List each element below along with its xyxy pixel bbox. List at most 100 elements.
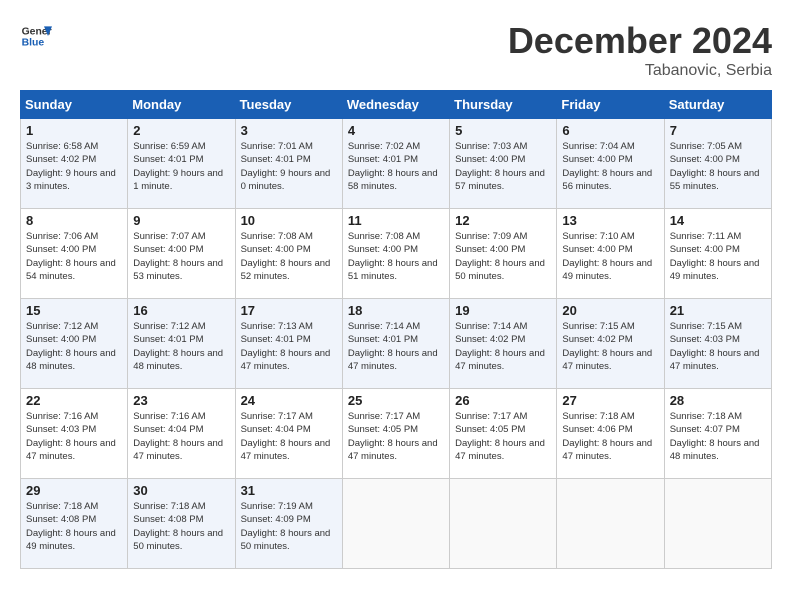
- calendar-cell: [450, 479, 557, 569]
- day-number: 25: [348, 393, 444, 408]
- calendar-cell: 19Sunrise: 7:14 AMSunset: 4:02 PMDayligh…: [450, 299, 557, 389]
- day-number: 2: [133, 123, 229, 138]
- cell-info: Sunrise: 7:17 AMSunset: 4:05 PMDaylight:…: [348, 410, 444, 463]
- logo-icon: General Blue: [20, 20, 52, 52]
- day-number: 17: [241, 303, 337, 318]
- calendar-cell: 30 Sunrise: 7:18 AMSunset: 4:08 PMDayligh…: [128, 479, 235, 569]
- cell-info: Sunrise: 7:06 AMSunset: 4:00 PMDaylight:…: [26, 230, 122, 283]
- cell-info: Sunrise: 7:04 AMSunset: 4:00 PMDaylight:…: [562, 140, 658, 193]
- calendar-cell: 6 Sunrise: 7:04 AMSunset: 4:00 PMDaylight…: [557, 119, 664, 209]
- cell-info: Sunrise: 7:18 AMSunset: 4:08 PMDaylight:…: [26, 500, 122, 553]
- cell-info: Sunrise: 7:03 AMSunset: 4:00 PMDaylight:…: [455, 140, 551, 193]
- day-number: 14: [670, 213, 766, 228]
- calendar-cell: [664, 479, 771, 569]
- day-number: 5: [455, 123, 551, 138]
- cell-info: Sunrise: 7:07 AMSunset: 4:00 PMDaylight:…: [133, 230, 229, 283]
- calendar-cell: 20Sunrise: 7:15 AMSunset: 4:02 PMDayligh…: [557, 299, 664, 389]
- day-number: 11: [348, 213, 444, 228]
- week-row-4: 22Sunrise: 7:16 AMSunset: 4:03 PMDayligh…: [21, 389, 772, 479]
- day-number: 24: [241, 393, 337, 408]
- location: Tabanovic, Serbia: [508, 62, 772, 80]
- cell-info: Sunrise: 7:12 AMSunset: 4:00 PMDaylight:…: [26, 320, 122, 373]
- calendar-cell: 29 Sunrise: 7:18 AMSunset: 4:08 PMDayligh…: [21, 479, 128, 569]
- calendar-cell: 3Sunrise: 7:01 AMSunset: 4:01 PMDaylight…: [235, 119, 342, 209]
- calendar-cell: 27 Sunrise: 7:18 AMSunset: 4:06 PMDayligh…: [557, 389, 664, 479]
- cell-info: Sunrise: 7:12 AMSunset: 4:01 PMDaylight:…: [133, 320, 229, 373]
- day-number: 15: [26, 303, 122, 318]
- cell-info: Sunrise: 7:17 AMSunset: 4:04 PMDaylight:…: [241, 410, 337, 463]
- day-number: 10: [241, 213, 337, 228]
- cell-info: Sunrise: 7:17 AMSunset: 4:05 PMDaylight:…: [455, 410, 551, 463]
- cell-info: Sunrise: 6:59 AMSunset: 4:01 PMDaylight:…: [133, 140, 229, 193]
- day-number: 21: [670, 303, 766, 318]
- calendar-cell: [342, 479, 449, 569]
- day-number: 26: [455, 393, 551, 408]
- calendar-cell: 10 Sunrise: 7:08 AMSunset: 4:00 PMDayligh…: [235, 209, 342, 299]
- cell-info: Sunrise: 7:16 AMSunset: 4:04 PMDaylight:…: [133, 410, 229, 463]
- cell-info: Sunrise: 7:05 AMSunset: 4:00 PMDaylight:…: [670, 140, 766, 193]
- logo: General Blue: [20, 20, 52, 52]
- calendar-cell: 16Sunrise: 7:12 AMSunset: 4:01 PMDayligh…: [128, 299, 235, 389]
- svg-text:Blue: Blue: [22, 38, 45, 49]
- calendar-body: 1Sunrise: 6:58 AMSunset: 4:02 PMDaylight…: [21, 119, 772, 569]
- column-header-sunday: Sunday: [21, 91, 128, 119]
- cell-info: Sunrise: 7:18 AMSunset: 4:07 PMDaylight:…: [670, 410, 766, 463]
- week-row-2: 8 Sunrise: 7:06 AMSunset: 4:00 PMDaylight…: [21, 209, 772, 299]
- cell-info: Sunrise: 7:11 AMSunset: 4:00 PMDaylight:…: [670, 230, 766, 283]
- calendar-table: SundayMondayTuesdayWednesdayThursdayFrid…: [20, 90, 772, 569]
- day-number: 27: [562, 393, 658, 408]
- calendar-cell: 9Sunrise: 7:07 AMSunset: 4:00 PMDaylight…: [128, 209, 235, 299]
- calendar-cell: 23 Sunrise: 7:16 AMSunset: 4:04 PMDayligh…: [128, 389, 235, 479]
- cell-info: Sunrise: 7:13 AMSunset: 4:01 PMDaylight:…: [241, 320, 337, 373]
- calendar-cell: 15 Sunrise: 7:12 AMSunset: 4:00 PMDayligh…: [21, 299, 128, 389]
- calendar-cell: 7 Sunrise: 7:05 AMSunset: 4:00 PMDaylight…: [664, 119, 771, 209]
- calendar-cell: 13 Sunrise: 7:10 AMSunset: 4:00 PMDayligh…: [557, 209, 664, 299]
- column-header-friday: Friday: [557, 91, 664, 119]
- cell-info: Sunrise: 7:14 AMSunset: 4:01 PMDaylight:…: [348, 320, 444, 373]
- day-number: 13: [562, 213, 658, 228]
- day-number: 23: [133, 393, 229, 408]
- cell-info: Sunrise: 7:18 AMSunset: 4:06 PMDaylight:…: [562, 410, 658, 463]
- calendar-cell: 8 Sunrise: 7:06 AMSunset: 4:00 PMDaylight…: [21, 209, 128, 299]
- calendar-cell: 12Sunrise: 7:09 AMSunset: 4:00 PMDayligh…: [450, 209, 557, 299]
- calendar-cell: 11Sunrise: 7:08 AMSunset: 4:00 PMDayligh…: [342, 209, 449, 299]
- cell-info: Sunrise: 7:01 AMSunset: 4:01 PMDaylight:…: [241, 140, 337, 193]
- day-number: 19: [455, 303, 551, 318]
- day-number: 8: [26, 213, 122, 228]
- cell-info: Sunrise: 6:58 AMSunset: 4:02 PMDaylight:…: [26, 140, 122, 193]
- cell-info: Sunrise: 7:08 AMSunset: 4:00 PMDaylight:…: [241, 230, 337, 283]
- calendar-cell: 14 Sunrise: 7:11 AMSunset: 4:00 PMDayligh…: [664, 209, 771, 299]
- cell-info: Sunrise: 7:19 AMSunset: 4:09 PMDaylight:…: [241, 500, 337, 553]
- cell-info: Sunrise: 7:09 AMSunset: 4:00 PMDaylight:…: [455, 230, 551, 283]
- day-number: 7: [670, 123, 766, 138]
- day-number: 18: [348, 303, 444, 318]
- calendar-cell: 31Sunrise: 7:19 AMSunset: 4:09 PMDayligh…: [235, 479, 342, 569]
- week-row-3: 15 Sunrise: 7:12 AMSunset: 4:00 PMDayligh…: [21, 299, 772, 389]
- calendar-cell: 21 Sunrise: 7:15 AMSunset: 4:03 PMDayligh…: [664, 299, 771, 389]
- cell-info: Sunrise: 7:10 AMSunset: 4:00 PMDaylight:…: [562, 230, 658, 283]
- title-area: December 2024 Tabanovic, Serbia: [508, 20, 772, 80]
- calendar-cell: 18 Sunrise: 7:14 AMSunset: 4:01 PMDayligh…: [342, 299, 449, 389]
- column-header-tuesday: Tuesday: [235, 91, 342, 119]
- calendar-cell: 2 Sunrise: 6:59 AMSunset: 4:01 PMDaylight…: [128, 119, 235, 209]
- cell-info: Sunrise: 7:18 AMSunset: 4:08 PMDaylight:…: [133, 500, 229, 553]
- week-row-5: 29 Sunrise: 7:18 AMSunset: 4:08 PMDayligh…: [21, 479, 772, 569]
- calendar-cell: 5 Sunrise: 7:03 AMSunset: 4:00 PMDaylight…: [450, 119, 557, 209]
- calendar-cell: 22Sunrise: 7:16 AMSunset: 4:03 PMDayligh…: [21, 389, 128, 479]
- day-number: 29: [26, 483, 122, 498]
- calendar-cell: 24 Sunrise: 7:17 AMSunset: 4:04 PMDayligh…: [235, 389, 342, 479]
- month-title: December 2024: [508, 20, 772, 62]
- day-number: 20: [562, 303, 658, 318]
- calendar-cell: 1Sunrise: 6:58 AMSunset: 4:02 PMDaylight…: [21, 119, 128, 209]
- day-number: 4: [348, 123, 444, 138]
- cell-info: Sunrise: 7:15 AMSunset: 4:03 PMDaylight:…: [670, 320, 766, 373]
- week-row-1: 1Sunrise: 6:58 AMSunset: 4:02 PMDaylight…: [21, 119, 772, 209]
- calendar-cell: 17 Sunrise: 7:13 AMSunset: 4:01 PMDayligh…: [235, 299, 342, 389]
- calendar-header-row: SundayMondayTuesdayWednesdayThursdayFrid…: [21, 91, 772, 119]
- calendar-cell: 26 Sunrise: 7:17 AMSunset: 4:05 PMDayligh…: [450, 389, 557, 479]
- column-header-monday: Monday: [128, 91, 235, 119]
- day-number: 30: [133, 483, 229, 498]
- calendar-cell: 28Sunrise: 7:18 AMSunset: 4:07 PMDayligh…: [664, 389, 771, 479]
- day-number: 22: [26, 393, 122, 408]
- day-number: 6: [562, 123, 658, 138]
